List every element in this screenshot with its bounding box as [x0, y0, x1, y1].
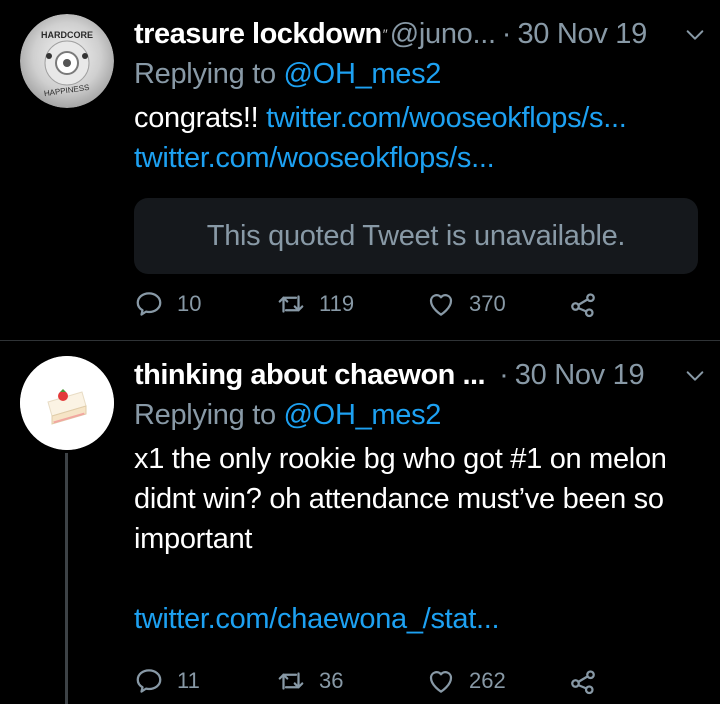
- tweet-link[interactable]: twitter.com/wooseokflops/s...: [134, 142, 495, 174]
- tweet-content: treasure lockdown ″ @juno... · 30 Nov 19…: [134, 14, 706, 274]
- tweet-text: x1 the only rookie bg who got #1 on melo…: [134, 443, 667, 555]
- reply-icon: [136, 292, 162, 316]
- reply-button[interactable]: 11: [134, 666, 276, 696]
- separator-dot: ·: [501, 18, 512, 50]
- like-count: 370: [469, 291, 506, 316]
- like-button[interactable]: 370: [426, 289, 568, 319]
- tweet-link[interactable]: twitter.com/chaewona_/stat...: [134, 603, 500, 635]
- replying-to-label: Replying to: [134, 399, 284, 431]
- retweet-count: 36: [319, 668, 344, 693]
- retweet-button[interactable]: 36: [276, 666, 426, 696]
- like-button[interactable]: 262: [426, 666, 568, 696]
- thread-line: [65, 453, 68, 704]
- reply-icon: [136, 669, 162, 693]
- cake-avatar-image: [20, 356, 114, 450]
- like-count: 262: [469, 668, 506, 693]
- retweet-button[interactable]: 119: [276, 289, 426, 319]
- tweet-actions: 11 36 262: [134, 661, 598, 701]
- replying-to-label: Replying to: [134, 58, 284, 90]
- reply-button[interactable]: 10: [134, 289, 276, 319]
- tweet-text-prefix: congrats!!: [134, 102, 267, 134]
- tweet-date[interactable]: 30 Nov 19: [517, 14, 647, 54]
- tweet-content: thinking about chaewon ... · 30 Nov 19 R…: [134, 355, 706, 639]
- tweet-text: congrats!! twitter.com/wooseokflops/s...…: [134, 98, 706, 178]
- tweet[interactable]: HARDCORE HAPPINESS treasure lockdown ″ @…: [0, 0, 720, 340]
- chevron-down-icon[interactable]: [684, 365, 706, 387]
- avatar[interactable]: [20, 356, 114, 450]
- reply-count: 10: [177, 291, 202, 316]
- display-name[interactable]: treasure lockdown: [134, 14, 382, 54]
- share-button[interactable]: [568, 289, 598, 319]
- share-icon: [571, 293, 595, 318]
- replying-to: Replying to @OH_mes2: [134, 54, 706, 94]
- share-button[interactable]: [568, 666, 598, 696]
- chevron-down-icon[interactable]: [684, 24, 706, 46]
- name-emoji-icon: ″: [382, 26, 388, 42]
- replying-to-mention[interactable]: @OH_mes2: [284, 58, 442, 90]
- tweet-header: treasure lockdown ″ @juno... · 30 Nov 19: [134, 14, 706, 54]
- tweet-date[interactable]: 30 Nov 19: [515, 355, 645, 395]
- tweet-header: thinking about chaewon ... · 30 Nov 19: [134, 355, 706, 395]
- quoted-tweet-unavailable: This quoted Tweet is unavailable.: [134, 198, 698, 274]
- handle[interactable]: @juno...: [390, 14, 496, 54]
- retweet-count: 119: [319, 291, 355, 316]
- like-icon: [429, 671, 453, 693]
- share-icon: [571, 670, 595, 695]
- reply-count: 11: [177, 668, 200, 693]
- replying-to-mention[interactable]: @OH_mes2: [284, 399, 442, 431]
- tweet-link-row: twitter.com/chaewona_/stat...: [134, 599, 706, 639]
- retweet-icon: [278, 672, 304, 690]
- tweet-link[interactable]: twitter.com/wooseokflops/s...: [266, 102, 627, 134]
- replying-to: Replying to @OH_mes2: [134, 395, 706, 435]
- avatar[interactable]: HARDCORE HAPPINESS: [20, 14, 114, 108]
- cd-avatar-image: HARDCORE HAPPINESS: [20, 14, 114, 108]
- separator-dot: ·: [499, 359, 509, 391]
- display-name[interactable]: thinking about chaewon ...: [134, 355, 486, 395]
- tweet[interactable]: thinking about chaewon ... · 30 Nov 19 R…: [0, 341, 720, 704]
- like-icon: [429, 294, 453, 316]
- tweet-actions: 10 119 370: [134, 284, 598, 324]
- svg-text:HARDCORE: HARDCORE: [41, 30, 93, 40]
- retweet-icon: [278, 295, 304, 313]
